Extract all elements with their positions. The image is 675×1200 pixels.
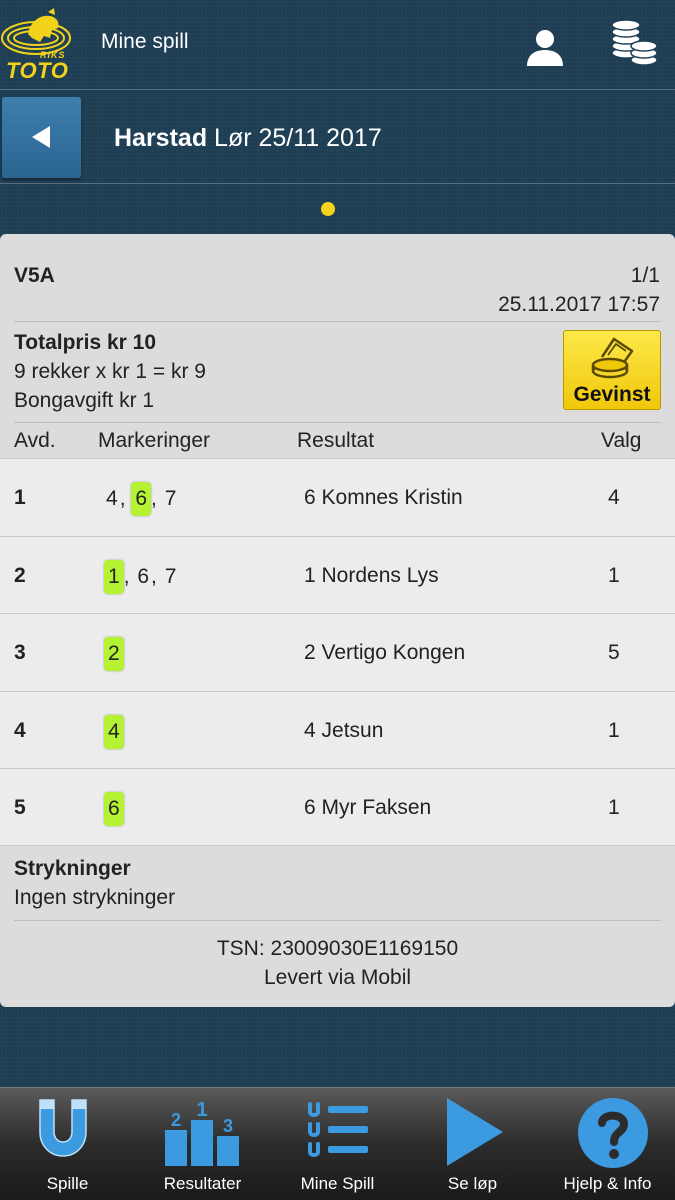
help-icon: [578, 1098, 648, 1168]
column-header-markeringer: Markeringer: [98, 429, 211, 452]
mark: 7: [164, 564, 177, 588]
leg-markings: 6: [104, 792, 124, 826]
top-bar: RIKS TOTO Mine spill: [0, 0, 675, 90]
gevinst-label: Gevinst: [573, 383, 651, 406]
nav-mine-spill[interactable]: Mine Spill: [270, 1088, 405, 1200]
leg-valg: 1: [608, 718, 620, 742]
nav-label: Hjelp & Info: [563, 1174, 652, 1193]
play-icon: [447, 1098, 503, 1166]
leg-markings: 4, 6, 7: [104, 482, 178, 516]
delivery-channel: Levert via Mobil: [263, 966, 412, 989]
leg-valg: 1: [608, 563, 620, 587]
leg-result: 6 Myr Faksen: [304, 796, 432, 819]
nav-hjelp-info[interactable]: Hjelp & Info: [540, 1088, 675, 1200]
leg-markings: 4: [104, 714, 124, 749]
mark: 4: [106, 487, 118, 510]
list-icon: [308, 1102, 368, 1157]
column-header-valg: Valg: [601, 429, 642, 452]
nav-resultater[interactable]: 1 2 3 Resultater: [135, 1088, 270, 1200]
column-header-resultat: Resultat: [297, 429, 375, 452]
winning-mark: 4: [104, 714, 124, 749]
gevinst-button[interactable]: Gevinst: [563, 330, 661, 410]
table-row: 4 4 4 Jetsun 1: [0, 690, 675, 768]
race-title: Harstad Lør 25/11 2017: [114, 124, 382, 153]
mark: 7: [164, 487, 177, 510]
nav-se-lop[interactable]: Se løp: [405, 1088, 540, 1200]
divider: [14, 422, 661, 423]
divider: [14, 920, 661, 921]
nav-label: Resultater: [163, 1174, 242, 1193]
coupon-card: V5A 1/1 25.11.2017 17:57 Totalpris kr 10…: [0, 234, 675, 1007]
coupon-page-count: 1/1: [630, 264, 660, 287]
strikes-text: Ingen strykninger: [14, 886, 176, 909]
podium-icon: 1 2 3: [165, 1099, 239, 1166]
leg-valg: 4: [608, 486, 620, 509]
tsn-number: TSN: 23009030E1169150: [216, 937, 459, 960]
nav-spille[interactable]: Spille: [0, 1088, 135, 1200]
leg-number: 4: [14, 718, 26, 742]
nav-label: Se løp: [447, 1174, 498, 1193]
mark-separator: ,: [123, 564, 136, 588]
mark-separator: ,: [151, 564, 163, 588]
total-price: Totalpris kr 10: [14, 331, 156, 354]
back-button[interactable]: [2, 97, 81, 178]
game-type: V5A: [14, 264, 55, 287]
svg-text:3: 3: [223, 1116, 233, 1136]
table-row: 5 6 6 Myr Faksen 1: [0, 768, 675, 846]
mark: 6: [137, 564, 150, 588]
table-row: 2 1, 6, 7 1 Nordens Lys 1: [0, 535, 675, 613]
race-date: Lør 25/11 2017: [214, 124, 382, 152]
legs-table: 1 4, 6, 7 6 Komnes Kristin 4 2 1, 6, 7 1 Norde…: [0, 458, 675, 846]
leg-number: 1: [14, 486, 26, 509]
table-row: 1 4, 6, 7 6 Komnes Kristin 4: [0, 458, 675, 536]
leg-markings: 1, 6, 7: [104, 559, 178, 594]
nav-label: Spille: [46, 1174, 89, 1193]
leg-valg: 1: [608, 796, 620, 819]
svg-text:2: 2: [171, 1110, 181, 1130]
leg-result: 1 Nordens Lys: [304, 563, 439, 587]
leg-result: 6 Komnes Kristin: [304, 486, 463, 509]
nav-label: Mine Spill: [300, 1174, 375, 1193]
mark-separator: ,: [151, 487, 163, 510]
leg-number: 2: [14, 563, 26, 587]
back-arrow-icon: [32, 126, 50, 148]
coupon-datetime: 25.11.2017 17:57: [498, 293, 660, 316]
magnet-icon: [39, 1099, 87, 1157]
money-stack-icon: [591, 337, 634, 379]
winning-mark: 1: [104, 559, 124, 594]
race-header: Harstad Lør 25/11 2017: [0, 91, 675, 184]
coins-icon[interactable]: [610, 18, 658, 68]
winning-mark: 2: [104, 637, 124, 671]
logo-toto-text: TOTO: [6, 58, 69, 83]
user-icon[interactable]: [524, 26, 566, 68]
winning-mark: 6: [131, 482, 152, 516]
table-row: 3 2 2 Vertigo Kongen 5: [0, 613, 675, 691]
strikes-title: Strykninger: [14, 857, 131, 880]
rikstoto-logo[interactable]: RIKS TOTO: [0, 8, 76, 83]
bottom-nav: Spille 1 2 3 Resultater Mine Spill Se lø…: [0, 1087, 675, 1200]
app-title: Mine spill: [101, 30, 189, 53]
leg-result: 4 Jetsun: [304, 718, 384, 742]
divider: [14, 321, 661, 322]
leg-markings: 2: [104, 637, 124, 671]
svg-text:1: 1: [196, 1099, 207, 1121]
coupon-fee: Bongavgift kr 1: [14, 389, 155, 412]
mark-separator: ,: [119, 487, 132, 510]
winning-mark: 6: [104, 792, 124, 826]
race-track: Harstad: [114, 124, 208, 152]
leg-number: 5: [14, 796, 26, 819]
leg-result: 2 Vertigo Kongen: [304, 641, 466, 664]
column-header-avd: Avd.: [14, 429, 56, 452]
leg-valg: 5: [608, 641, 620, 664]
page-indicator-dot: [321, 202, 335, 216]
rows-calculation: 9 rekker x kr 1 = kr 9: [14, 360, 206, 383]
leg-number: 3: [14, 641, 26, 664]
